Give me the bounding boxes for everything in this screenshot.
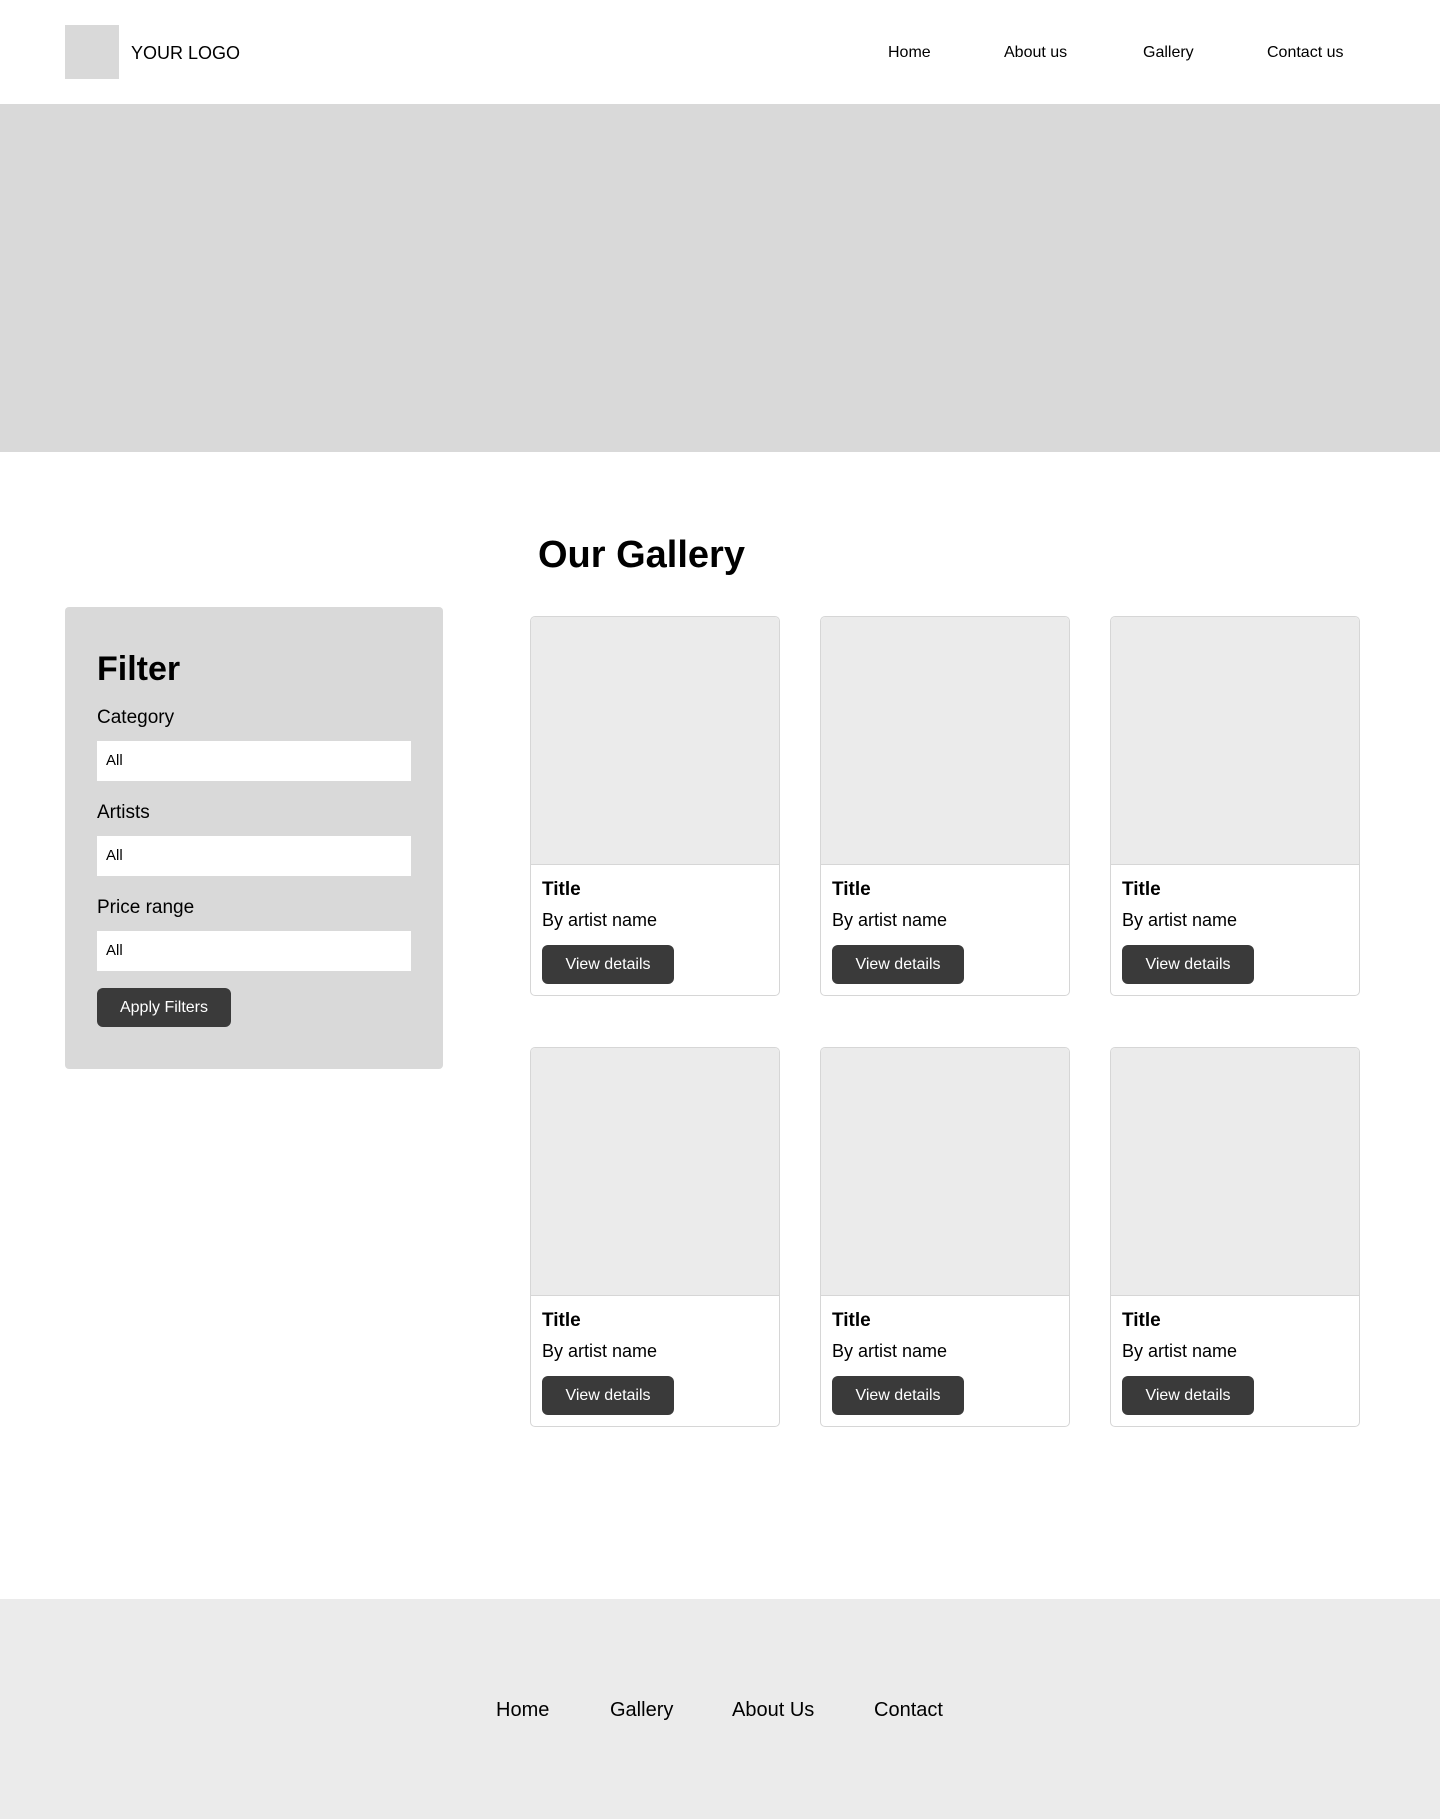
- footer-link-gallery[interactable]: Gallery: [610, 1698, 673, 1722]
- nav-item-gallery[interactable]: Gallery: [1143, 43, 1194, 63]
- gallery-card: Title By artist name View details: [530, 1047, 780, 1427]
- site-header: YOUR LOGO Home About us Gallery Contact …: [0, 0, 1440, 104]
- category-select[interactable]: All: [97, 741, 411, 781]
- price-range-select[interactable]: All: [97, 931, 411, 971]
- view-details-button[interactable]: View details: [832, 945, 964, 984]
- site-footer: Home Gallery About Us Contact: [0, 1599, 1440, 1819]
- nav-item-home[interactable]: Home: [888, 43, 931, 63]
- view-details-button[interactable]: View details: [1122, 1376, 1254, 1415]
- apply-filters-button[interactable]: Apply Filters: [97, 988, 231, 1027]
- hero-image: [0, 104, 1440, 452]
- footer-link-about[interactable]: About Us: [732, 1698, 814, 1722]
- card-title: Title: [1122, 1310, 1161, 1331]
- card-artist: By artist name: [1122, 910, 1238, 930]
- filter-panel: Filter Category All Artists All Price ra…: [65, 607, 443, 1069]
- card-title: Title: [1122, 879, 1161, 900]
- card-title: Title: [542, 1310, 581, 1331]
- gallery-card: Title By artist name View details: [530, 616, 780, 996]
- gallery-card: Title By artist name View details: [820, 616, 1070, 996]
- card-image[interactable]: [531, 617, 779, 865]
- card-title: Title: [832, 879, 871, 900]
- gallery-card: Title By artist name View details: [820, 1047, 1070, 1427]
- card-artist: By artist name: [832, 1341, 948, 1361]
- card-image[interactable]: [1111, 617, 1359, 865]
- gallery-card: Title By artist name View details: [1110, 1047, 1360, 1427]
- price-range-label: Price range: [97, 897, 195, 918]
- card-image[interactable]: [821, 617, 1069, 865]
- view-details-button[interactable]: View details: [1122, 945, 1254, 984]
- category-label: Category: [97, 707, 175, 728]
- footer-link-contact[interactable]: Contact: [874, 1698, 943, 1722]
- card-image[interactable]: [531, 1048, 779, 1296]
- view-details-button[interactable]: View details: [832, 1376, 964, 1415]
- gallery-card: Title By artist name View details: [1110, 616, 1360, 996]
- nav-item-contact[interactable]: Contact us: [1267, 43, 1343, 63]
- card-title: Title: [832, 1310, 871, 1331]
- card-artist: By artist name: [1122, 1341, 1238, 1361]
- card-artist: By artist name: [542, 1341, 658, 1361]
- view-details-button[interactable]: View details: [542, 1376, 674, 1415]
- card-title: Title: [542, 879, 581, 900]
- footer-link-home[interactable]: Home: [496, 1698, 549, 1722]
- card-image[interactable]: [1111, 1048, 1359, 1296]
- filter-title: Filter: [97, 650, 181, 688]
- card-artist: By artist name: [832, 910, 948, 930]
- artists-select[interactable]: All: [97, 836, 411, 876]
- card-artist: By artist name: [542, 910, 658, 930]
- card-image[interactable]: [821, 1048, 1069, 1296]
- main-nav: Home About us Gallery Contact us: [0, 43, 1440, 63]
- nav-item-about[interactable]: About us: [1004, 43, 1067, 63]
- artists-label: Artists: [97, 802, 150, 823]
- view-details-button[interactable]: View details: [542, 945, 674, 984]
- gallery-title: Our Gallery: [538, 534, 745, 576]
